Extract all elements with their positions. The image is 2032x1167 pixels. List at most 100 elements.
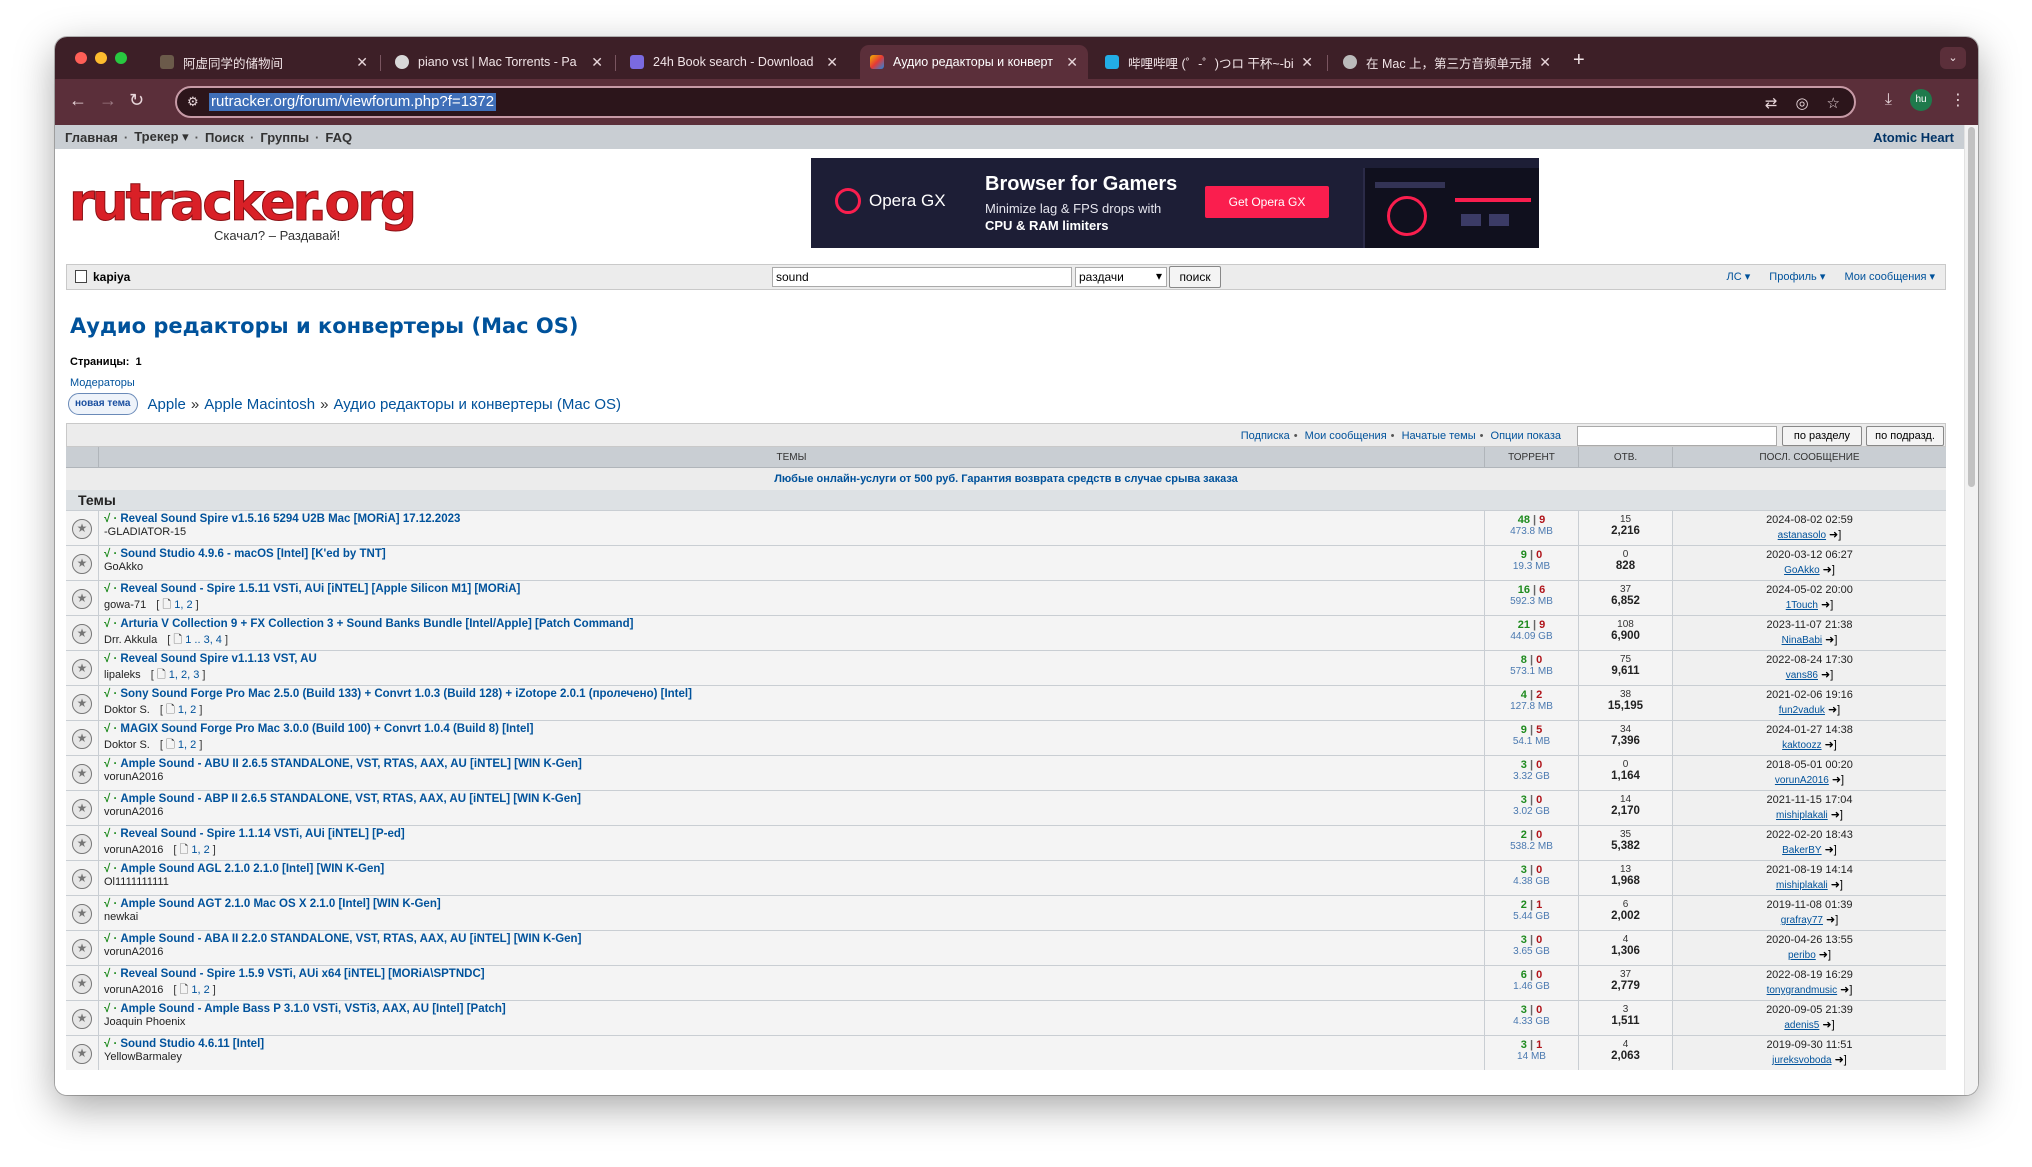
torrent-size[interactable]: 4.33 GB	[1485, 1016, 1578, 1027]
last-post-user[interactable]: NinaBabi	[1782, 635, 1823, 646]
menu-dots-icon[interactable]: ⋮	[1950, 90, 1966, 110]
topic-title-link[interactable]: Reveal Sound - Spire 1.5.9 VSTi, AUi x64…	[120, 968, 484, 980]
browser-tab[interactable]: 哔哩哔哩 (゜-゜)つロ 干杯~-bi ✕	[1095, 45, 1323, 79]
go-to-post-icon[interactable]: ➜]	[1835, 1054, 1847, 1066]
tab-close-icon[interactable]: ✕	[1301, 54, 1313, 71]
go-to-post-icon[interactable]: ➜]	[1840, 984, 1852, 996]
topic-author[interactable]: Drr. Akkula	[104, 634, 157, 646]
ad-banner[interactable]: Opera GX Browser for Gamers Minimize lag…	[811, 158, 1539, 248]
search-section-button[interactable]: по разделу	[1782, 426, 1862, 446]
header-torrent[interactable]: ТОРРЕНТ	[1484, 447, 1578, 467]
topic-author[interactable]: gowa-71	[104, 599, 146, 611]
my-posts-link[interactable]: Мои сообщения ▾	[1836, 271, 1935, 283]
nav-home[interactable]: Главная	[65, 130, 118, 145]
topic-title-link[interactable]: Reveal Sound - Spire 1.1.14 VSTi, AUi [i…	[120, 828, 404, 840]
profile-link[interactable]: Профиль ▾	[1761, 271, 1825, 283]
topic-author[interactable]: vorunA2016	[104, 844, 163, 856]
last-post-user[interactable]: GoAkko	[1784, 565, 1820, 576]
tab-close-icon[interactable]: ✕	[1539, 54, 1551, 71]
go-to-post-icon[interactable]: ➜]	[1823, 564, 1835, 576]
search-button[interactable]: поиск	[1169, 266, 1221, 288]
topic-title-link[interactable]: Ample Sound - ABA II 2.2.0 STANDALONE, V…	[120, 933, 581, 945]
breadcrumb-item[interactable]: Аудио редакторы и конвертеры (Mac OS)	[333, 396, 621, 413]
topic-title-link[interactable]: Ample Sound AGL 2.1.0 2.1.0 [Intel] [WIN…	[120, 863, 384, 875]
torrent-size[interactable]: 54.1 MB	[1485, 736, 1578, 747]
eye-off-icon[interactable]: ◎	[1795, 94, 1808, 112]
last-post-user[interactable]: adenis5	[1784, 1020, 1819, 1031]
topic-author[interactable]: GoAkko	[104, 561, 143, 573]
forum-search-input[interactable]	[1577, 426, 1777, 446]
tab-search-button[interactable]: ⌄	[1940, 47, 1966, 69]
last-post-user[interactable]: jureksvoboda	[1772, 1055, 1831, 1066]
go-to-post-icon[interactable]: ➜]	[1831, 879, 1843, 891]
go-to-post-icon[interactable]: ➜]	[1825, 844, 1837, 856]
logout-icon[interactable]	[75, 270, 87, 283]
back-icon[interactable]: ←	[69, 90, 87, 111]
last-post-user[interactable]: peribo	[1788, 950, 1816, 961]
tab-close-icon[interactable]: ✕	[591, 54, 603, 71]
translate-icon[interactable]: ⇄	[1765, 94, 1778, 112]
last-post-user[interactable]: BakerBY	[1782, 845, 1821, 856]
topic-title-link[interactable]: Sony Sound Forge Pro Mac 2.5.0 (Build 13…	[120, 688, 692, 700]
address-bar[interactable]: ⚙ rutracker.org/forum/viewforum.php?f=13…	[175, 86, 1856, 118]
go-to-post-icon[interactable]: ➜]	[1829, 529, 1841, 541]
forward-icon[interactable]: →	[99, 90, 117, 111]
go-to-post-icon[interactable]: ➜]	[1819, 949, 1831, 961]
last-post-user[interactable]: mishiplakali	[1776, 810, 1828, 821]
subscribe-link[interactable]: Подписка	[1241, 430, 1290, 442]
torrent-size[interactable]: 3.32 GB	[1485, 771, 1578, 782]
header-last-post[interactable]: ПОСЛ. СООБЩЕНИЕ	[1672, 447, 1946, 467]
search-scope-select[interactable]: раздачи	[1075, 267, 1167, 287]
last-post-user[interactable]: 1Touch	[1786, 600, 1818, 611]
topic-author[interactable]: vorunA2016	[104, 806, 163, 818]
torrent-size[interactable]: 127.8 MB	[1485, 701, 1578, 712]
torrent-size[interactable]: 1.46 GB	[1485, 981, 1578, 992]
torrent-size[interactable]: 5.44 GB	[1485, 911, 1578, 922]
nav-groups[interactable]: Группы	[260, 130, 309, 145]
torrent-size[interactable]: 473.8 MB	[1485, 526, 1578, 537]
go-to-post-icon[interactable]: ➜]	[1825, 634, 1837, 646]
topic-title-link[interactable]: MAGIX Sound Forge Pro Mac 3.0.0 (Build 1…	[120, 723, 533, 735]
topic-author[interactable]: vorunA2016	[104, 984, 163, 996]
rutracker-logo[interactable]: rutracker.org Скачал? – Раздавай!	[68, 173, 417, 244]
header-replies[interactable]: ОТВ.	[1578, 447, 1672, 467]
torrent-size[interactable]: 538.2 MB	[1485, 841, 1578, 852]
nav-tracker[interactable]: Трекер ▾	[134, 129, 188, 145]
close-window-button[interactable]	[75, 52, 87, 64]
minimize-window-button[interactable]	[95, 52, 107, 64]
topic-author[interactable]: -GLADIATOR-15	[104, 526, 186, 538]
nav-faq[interactable]: FAQ	[325, 130, 352, 145]
topic-title-link[interactable]: Ample Sound AGT 2.1.0 Mac OS X 2.1.0 [In…	[120, 898, 440, 910]
topic-title-link[interactable]: Ample Sound - ABP II 2.6.5 STANDALONE, V…	[120, 793, 581, 805]
username[interactable]: kapiya	[75, 270, 130, 284]
go-to-post-icon[interactable]: ➜]	[1821, 599, 1833, 611]
display-options-link[interactable]: Опции показа	[1491, 430, 1561, 442]
torrent-size[interactable]: 4.38 GB	[1485, 876, 1578, 887]
topic-title-link[interactable]: Arturia V Collection 9 + FX Collection 3…	[120, 618, 633, 630]
topic-author[interactable]: Ol1111111111	[104, 876, 169, 888]
maximize-window-button[interactable]	[115, 52, 127, 64]
bookmark-star-icon[interactable]: ☆	[1827, 94, 1840, 112]
search-input[interactable]: sound	[772, 267, 1072, 287]
torrent-size[interactable]: 19.3 MB	[1485, 561, 1578, 572]
torrent-size[interactable]: 573.1 MB	[1485, 666, 1578, 677]
last-post-user[interactable]: vorunA2016	[1775, 775, 1829, 786]
go-to-post-icon[interactable]: ➜]	[1826, 914, 1838, 926]
topic-author[interactable]: vorunA2016	[104, 771, 163, 783]
go-to-post-icon[interactable]: ➜]	[1825, 739, 1837, 751]
topic-title-link[interactable]: Reveal Sound Spire v1.1.13 VST, AU	[120, 653, 316, 665]
browser-tab[interactable]: 在 Mac 上，第三方音频单元插 ✕	[1333, 45, 1561, 79]
last-post-user[interactable]: grafray77	[1781, 915, 1823, 926]
topic-title-link[interactable]: Ample Sound - Ample Bass P 3.1.0 VSTi, V…	[120, 1003, 505, 1015]
site-info-icon[interactable]: ⚙	[187, 94, 199, 110]
torrent-size[interactable]: 44.09 GB	[1485, 631, 1578, 642]
browser-tab[interactable]: 24h Book search - Download ✕	[620, 45, 848, 79]
my-posts-link[interactable]: Мои сообщения	[1305, 430, 1387, 442]
moderators-link[interactable]: Модераторы	[70, 377, 135, 389]
last-post-user[interactable]: astanasolo	[1778, 530, 1826, 541]
get-opera-button[interactable]: Get Opera GX	[1205, 186, 1329, 218]
go-to-post-icon[interactable]: ➜]	[1828, 704, 1840, 716]
topic-title-link[interactable]: Sound Studio 4.9.6 - macOS [Intel] [K'ed…	[120, 548, 385, 560]
breadcrumb-item[interactable]: Apple Macintosh	[204, 396, 315, 413]
go-to-post-icon[interactable]: ➜]	[1832, 774, 1844, 786]
